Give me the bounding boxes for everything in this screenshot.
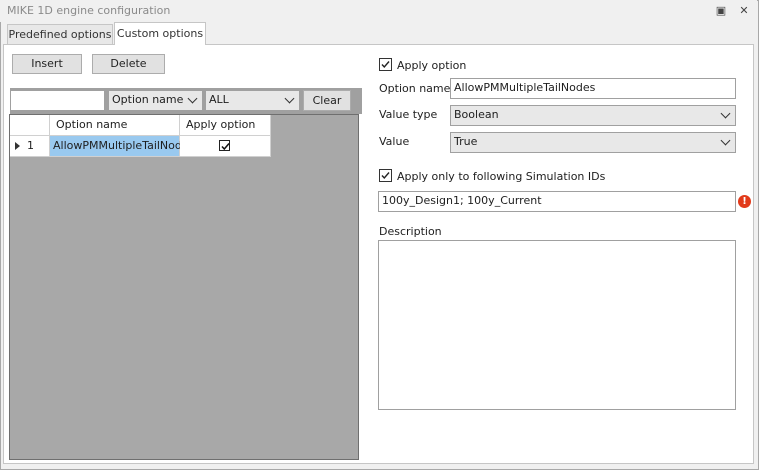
table-cell-option-name[interactable]: AllowPMMultipleTailNodes (50, 136, 194, 157)
apply-option-label: Apply option (397, 59, 467, 72)
check-icon (381, 172, 390, 180)
apply-only-label: Apply only to following Simulation IDs (397, 170, 606, 183)
error-glyph: ! (742, 196, 747, 207)
restore-button[interactable]: ▣ (713, 3, 729, 19)
table-row-header[interactable]: 1 (10, 136, 50, 157)
insert-button[interactable]: Insert (12, 54, 82, 74)
check-icon (221, 143, 230, 151)
column-header-apply-option[interactable]: Apply option (180, 115, 271, 136)
options-grid: Option name Apply option 1 AllowPMMultip… (9, 114, 359, 460)
chevron-down-icon (720, 108, 731, 119)
filter-search-input[interactable] (10, 90, 105, 111)
apply-only-checkbox[interactable] (379, 169, 392, 182)
tab-custom-options[interactable]: Custom options (114, 22, 206, 45)
filter-scope-select[interactable]: ALL (205, 90, 300, 111)
column-header-option-name[interactable]: Option name (50, 115, 180, 136)
chevron-down-icon (187, 93, 198, 104)
custom-options-panel: Insert Delete Option name ALL Clear Opti… (3, 44, 754, 464)
close-button[interactable]: ✕ (736, 3, 752, 19)
apply-option-checkbox-cell[interactable] (219, 140, 230, 151)
clear-button[interactable]: Clear (303, 90, 351, 111)
current-row-icon (15, 142, 20, 150)
close-icon: ✕ (739, 4, 749, 17)
simulation-ids-input[interactable]: 100y_Design1; 100y_Current (378, 191, 736, 212)
value-type-value: Boolean (454, 108, 499, 121)
error-icon[interactable]: ! (738, 195, 751, 208)
filter-scope-value: ALL (209, 93, 229, 106)
description-textarea[interactable] (378, 240, 736, 410)
apply-option-checkbox[interactable] (379, 58, 392, 71)
tab-predefined-options[interactable]: Predefined options (7, 24, 113, 44)
row-index: 1 (27, 139, 34, 152)
window-title: MIKE 1D engine configuration (7, 4, 171, 17)
description-label: Description (379, 225, 442, 238)
value-type-label: Value type (379, 108, 438, 121)
value-label: Value (379, 135, 410, 148)
option-name-label: Option name (379, 82, 451, 95)
option-name-input[interactable]: AllowPMMultipleTailNodes (450, 78, 736, 99)
title-bar: MIKE 1D engine configuration ▣ ✕ (0, 0, 757, 22)
table-cell-apply-option[interactable] (180, 136, 271, 157)
value-value: True (454, 135, 478, 148)
tab-label: Predefined options (8, 28, 112, 41)
filter-field-value: Option name (112, 93, 184, 106)
value-select[interactable]: True (450, 132, 736, 153)
filter-field-select[interactable]: Option name (108, 90, 203, 111)
delete-button[interactable]: Delete (92, 54, 165, 74)
check-icon (381, 61, 390, 69)
restore-icon: ▣ (715, 4, 727, 17)
grid-corner-header (10, 115, 50, 136)
tab-label: Custom options (116, 27, 204, 40)
value-type-select[interactable]: Boolean (450, 105, 736, 126)
chevron-down-icon (720, 135, 731, 146)
chevron-down-icon (284, 93, 295, 104)
